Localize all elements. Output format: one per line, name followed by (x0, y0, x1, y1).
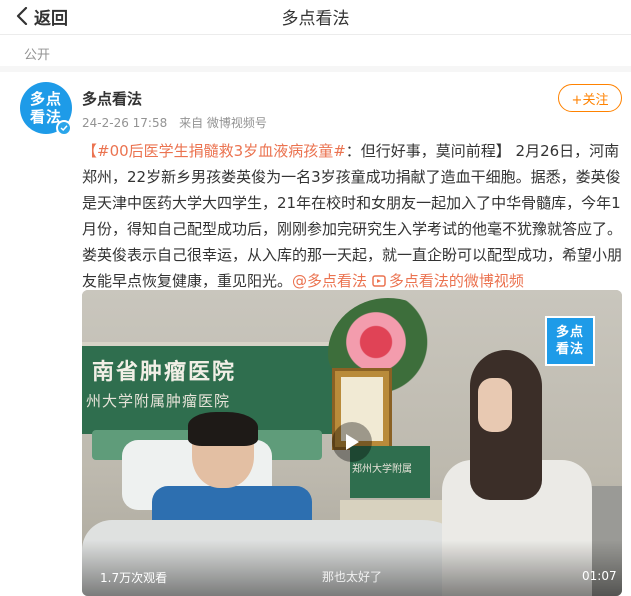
video-link[interactable]: 多点看法的微博视频 (372, 272, 524, 290)
hospital-sign-text-bottom: 州大学附属肿瘤医院 (86, 392, 231, 410)
hospital-sign-small-text: 郑州大学附属 (352, 464, 412, 475)
avatar-text-top: 多点 (29, 90, 62, 108)
follow-button[interactable]: +关注 (558, 84, 622, 112)
author-name[interactable]: 多点看法 (82, 88, 142, 109)
nav-divider (0, 34, 631, 35)
play-button[interactable] (332, 422, 372, 462)
video-duration: 01:07 (582, 569, 617, 583)
top-nav-bar: 返回 多点看法 (0, 0, 631, 32)
hospital-sign-text-top: 南省肿瘤医院 (92, 359, 237, 385)
post-body-text: ：但行好事，莫问前程】 2月26日，河南郑州，22岁新乡男孩娄英俊为一名3岁孩童… (82, 142, 623, 290)
view-count: 1.7万次观看 (100, 571, 168, 585)
video-player[interactable]: 南省肿瘤医院 州大学附属肿瘤医院 郑州大学附属 多点 看法 1.7万次观看 那也… (82, 290, 622, 596)
video-subtitle: 那也太好了 (322, 570, 383, 584)
video-link-label: 多点看法的微博视频 (388, 272, 524, 290)
play-icon (346, 434, 359, 450)
channel-logo-text-bottom: 看法 (555, 342, 584, 357)
hashtag-link[interactable]: 【#00后医学生捐髓救3岁血液病孩童# (82, 142, 346, 160)
patient-hair (188, 412, 258, 446)
post-source: 来自 微博视频号 (179, 116, 267, 130)
video-link-icon (372, 275, 386, 287)
channel-logo-text-top: 多点 (555, 325, 584, 340)
visibility-label: 公开 (24, 48, 51, 63)
section-separator (0, 66, 631, 72)
page-title: 多点看法 (281, 9, 350, 29)
channel-logo: 多点 看法 (545, 316, 595, 366)
visitor-face (478, 378, 512, 432)
verified-badge-icon (56, 120, 72, 136)
mention-link[interactable]: @多点看法 (292, 272, 367, 290)
post-meta: 24-2-26 17:58 来自 微博视频号 (82, 114, 267, 131)
post-timestamp: 24-2-26 17:58 (82, 116, 168, 130)
post-content: 【#00后医学生捐髓救3岁血液病孩童#：但行好事，莫问前程】 2月26日，河南郑… (82, 138, 622, 294)
